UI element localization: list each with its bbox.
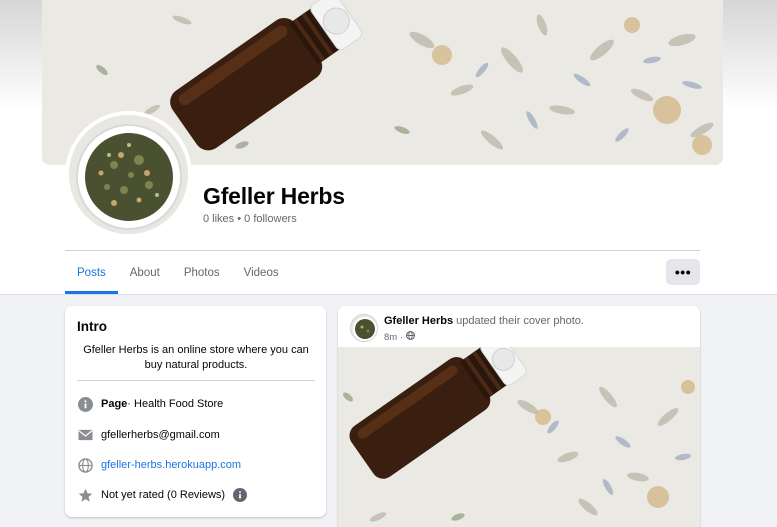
- info-icon[interactable]: [232, 487, 248, 503]
- divider: [77, 380, 315, 381]
- globe-icon: [77, 457, 93, 473]
- intro-rating-row: Not yet rated (0 Reviews): [77, 487, 256, 503]
- page-title: Gfeller Herbs: [203, 183, 345, 209]
- more-options-button[interactable]: •••: [666, 259, 700, 285]
- post-avatar[interactable]: [350, 314, 378, 342]
- tab-posts[interactable]: Posts: [65, 251, 118, 294]
- intro-card: Intro Gfeller Herbs is an online store w…: [65, 306, 326, 517]
- intro-title: Intro: [77, 319, 107, 334]
- page-stats[interactable]: 0 likes • 0 followers: [203, 213, 297, 225]
- tab-photos[interactable]: Photos: [172, 251, 232, 294]
- post-author[interactable]: Gfeller Herbs: [384, 315, 453, 327]
- intro-category: · Health Food Store: [127, 398, 224, 410]
- intro-email: gfellerherbs@gmail.com: [101, 429, 220, 441]
- globe-icon: [406, 331, 415, 343]
- profile-avatar[interactable]: [65, 111, 192, 238]
- intro-email-row: gfellerherbs@gmail.com: [77, 427, 220, 443]
- intro-category-prefix: Page: [101, 398, 128, 410]
- intro-website-row: gfeller-herbs.herokuapp.com: [77, 457, 241, 473]
- post-action: updated their cover photo.: [453, 315, 584, 327]
- post-card: Gfeller Herbs updated their cover photo.…: [338, 306, 700, 527]
- intro-category-row: Page · Health Food Store: [77, 396, 223, 412]
- post-meta: 8m ·: [384, 331, 415, 343]
- post-header: Gfeller Herbs updated their cover photo.: [384, 315, 584, 327]
- profile-tabs: Posts About Photos Videos: [65, 251, 291, 295]
- tab-videos[interactable]: Videos: [232, 251, 291, 294]
- star-icon: [77, 487, 93, 503]
- intro-rating: Not yet rated (0 Reviews): [101, 489, 226, 501]
- post-image[interactable]: [338, 347, 700, 527]
- envelope-icon: [77, 427, 93, 443]
- tab-about[interactable]: About: [118, 251, 172, 294]
- intro-description: Gfeller Herbs is an online store where y…: [83, 344, 309, 371]
- info-icon: [77, 396, 93, 412]
- intro-website-link[interactable]: gfeller-herbs.herokuapp.com: [101, 459, 241, 471]
- post-time[interactable]: 8m ·: [384, 332, 403, 343]
